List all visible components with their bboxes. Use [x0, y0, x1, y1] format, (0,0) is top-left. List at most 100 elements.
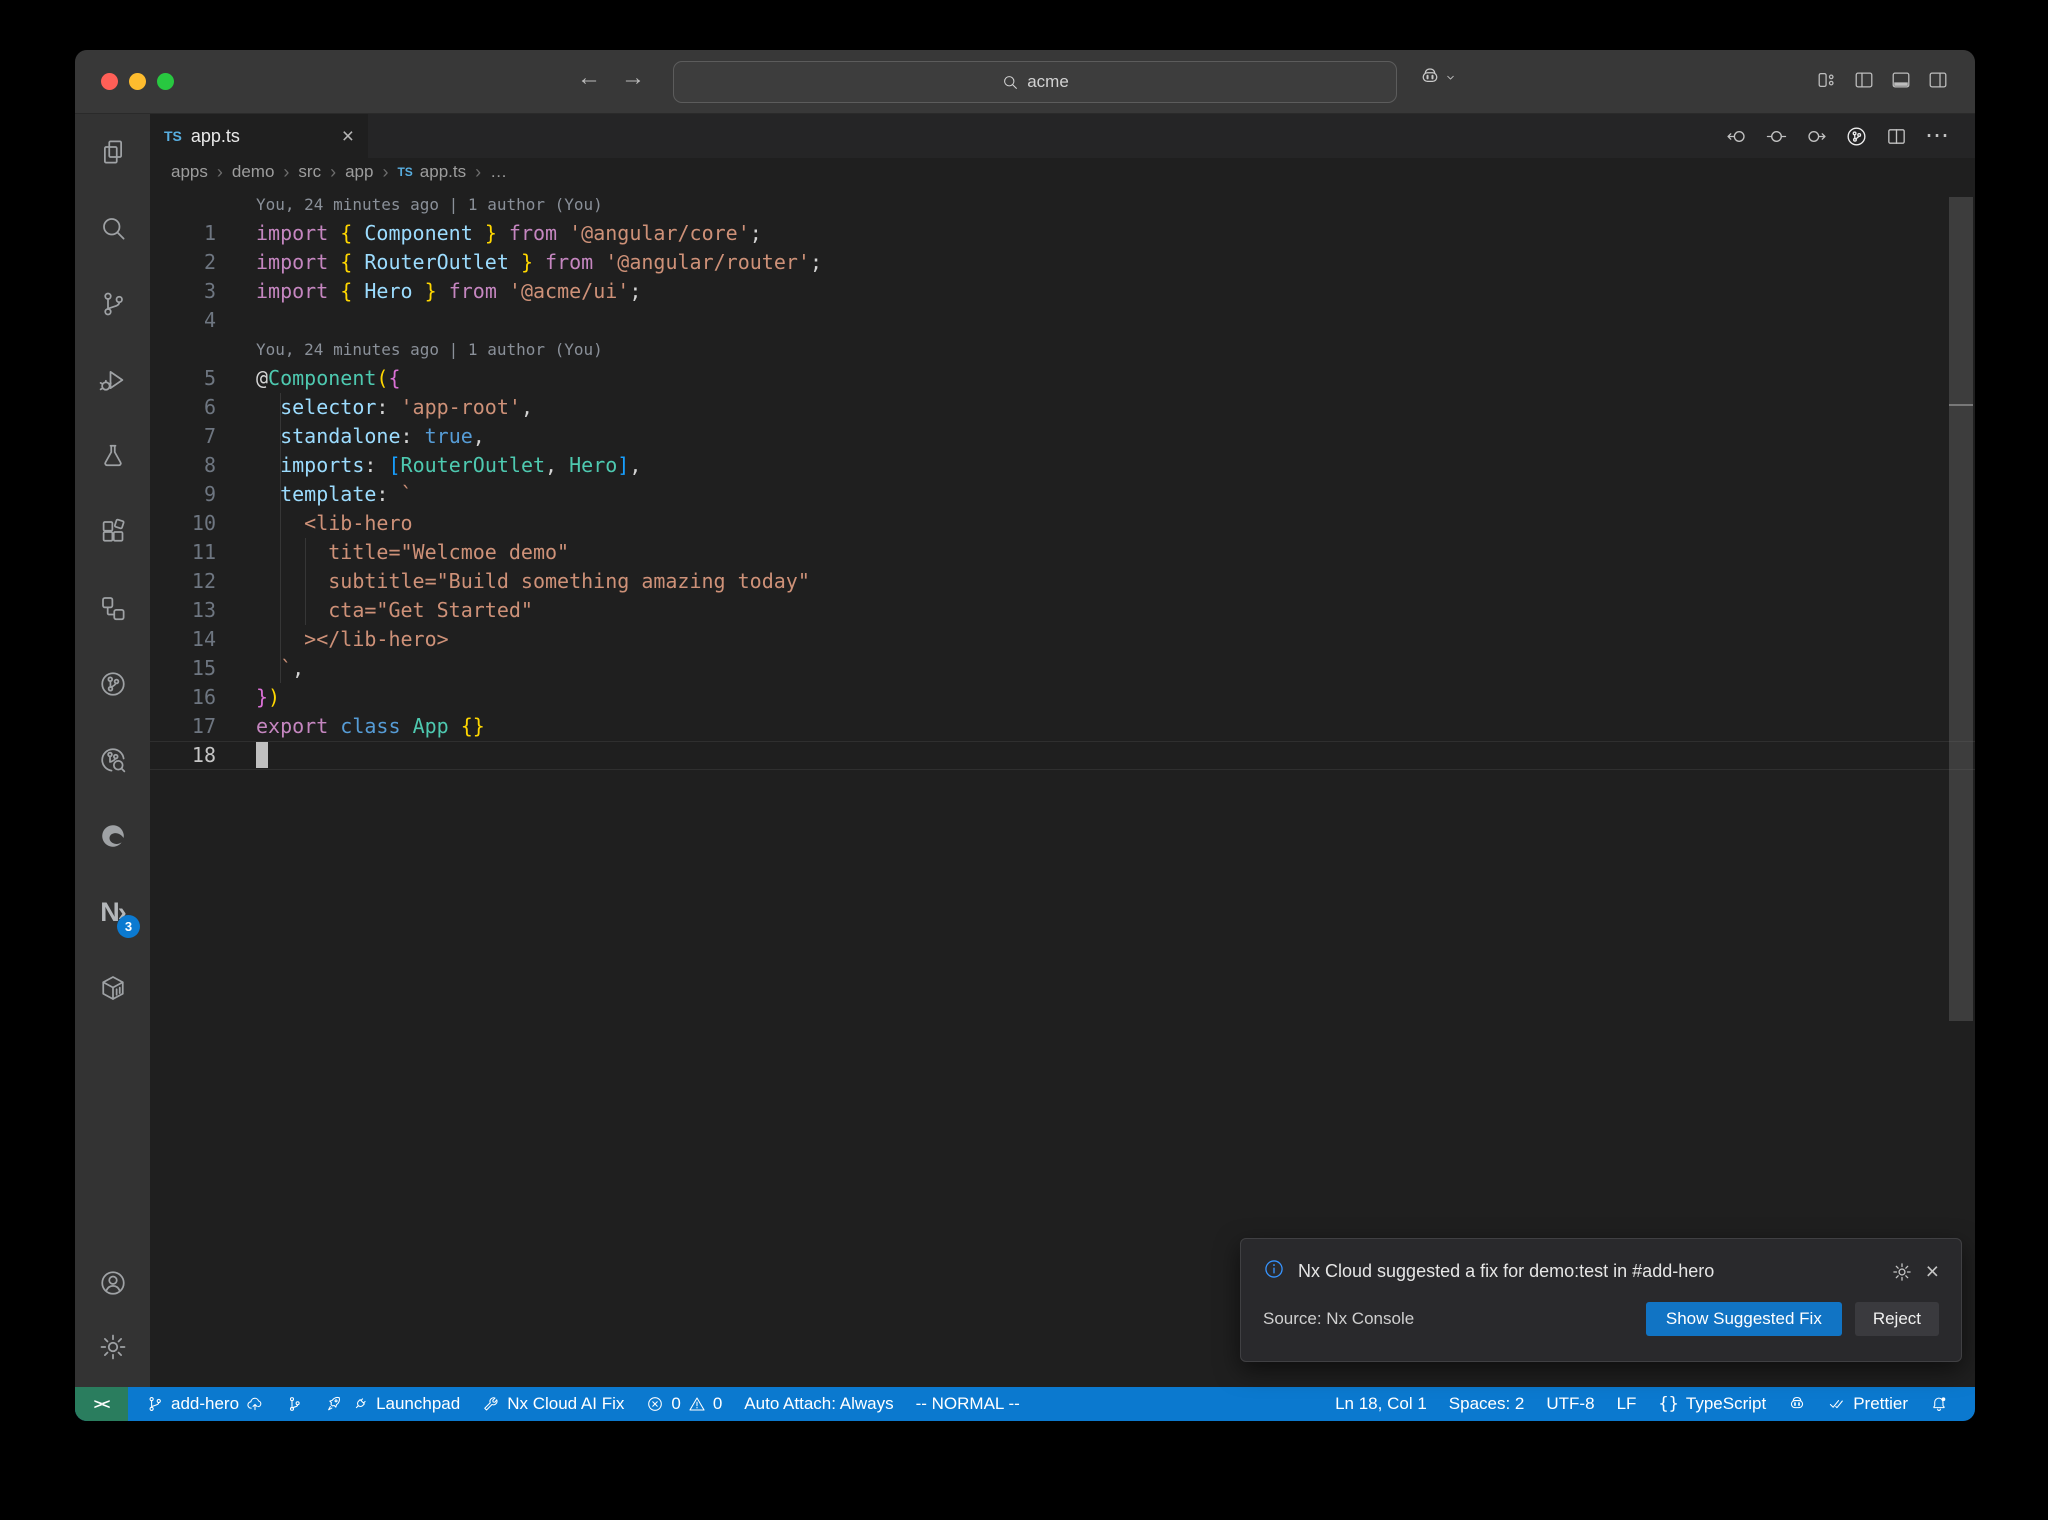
code-line-13[interactable]: 13 cta="Get Started": [150, 596, 1975, 625]
editor-scrollbar[interactable]: [1949, 197, 1973, 1021]
status-copilot[interactable]: [1777, 1387, 1817, 1421]
tab-bar: TS app.ts × ⋯: [150, 114, 1975, 158]
notification-settings-gear-icon[interactable]: [1891, 1261, 1913, 1283]
line-number[interactable]: 9: [150, 480, 216, 509]
code-line-text: standalone: true,: [280, 424, 485, 448]
close-window-button[interactable]: [101, 73, 118, 90]
show-suggested-fix-button[interactable]: Show Suggested Fix: [1645, 1302, 1842, 1336]
activity-item-nx-console[interactable]: N› 3: [75, 874, 150, 950]
breadcrumb-overflow[interactable]: …: [490, 162, 507, 182]
command-center-search[interactable]: acme: [673, 61, 1397, 103]
nx-run-graph-button[interactable]: [1845, 125, 1868, 148]
line-number[interactable]: 1: [150, 219, 216, 248]
line-number[interactable]: 15: [150, 654, 216, 683]
activity-item-settings[interactable]: [75, 1315, 150, 1379]
breadcrumb-item-apps[interactable]: apps: [171, 162, 208, 182]
activity-item-explorer[interactable]: [75, 114, 150, 190]
code-line-4[interactable]: 4: [150, 306, 1975, 335]
line-number[interactable]: 12: [150, 567, 216, 596]
status-nx-cloud-ai-fix[interactable]: Nx Cloud AI Fix: [471, 1387, 635, 1421]
status-launchpad[interactable]: Launchpad: [315, 1387, 471, 1421]
status-language-mode[interactable]: {} TypeScript: [1647, 1387, 1777, 1421]
line-number[interactable]: 11: [150, 538, 216, 567]
breadcrumb-item-demo[interactable]: demo: [232, 162, 275, 182]
layout-sidebar-left-button[interactable]: [1853, 69, 1875, 91]
status-vim-mode[interactable]: -- NORMAL --: [905, 1387, 1031, 1421]
code-line-6[interactable]: 6 selector: 'app-root',: [150, 393, 1975, 422]
code-line-7[interactable]: 7 standalone: true,: [150, 422, 1975, 451]
status-cursor-position[interactable]: Ln 18, Col 1: [1324, 1387, 1438, 1421]
layout-panel-button[interactable]: [1890, 69, 1912, 91]
code-line-5[interactable]: 5 @Component({: [150, 364, 1975, 393]
activity-item-extensions[interactable]: [75, 494, 150, 570]
split-editor-button[interactable]: [1885, 125, 1908, 148]
line-number[interactable]: 4: [150, 306, 216, 335]
code-line-10[interactable]: 10 <lib-hero: [150, 509, 1975, 538]
status-eol[interactable]: LF: [1606, 1387, 1648, 1421]
code-line-16[interactable]: 16}): [150, 683, 1975, 712]
line-number[interactable]: 6: [150, 393, 216, 422]
tab-close-icon[interactable]: ×: [342, 126, 354, 147]
zoom-window-button[interactable]: [157, 73, 174, 90]
status-branch[interactable]: add-hero: [135, 1387, 275, 1421]
breadcrumb-item-app[interactable]: app: [345, 162, 373, 182]
status-indentation[interactable]: Spaces: 2: [1438, 1387, 1536, 1421]
notification-close-icon[interactable]: ×: [1926, 1260, 1939, 1283]
activity-item-source-control[interactable]: [75, 266, 150, 342]
line-number[interactable]: 14: [150, 625, 216, 654]
line-number[interactable]: 13: [150, 596, 216, 625]
line-number[interactable]: 2: [150, 248, 216, 277]
status-auto-attach[interactable]: Auto Attach: Always: [733, 1387, 904, 1421]
code-line-9[interactable]: 9 template: `: [150, 480, 1975, 509]
layout-sidebar-right-button[interactable]: [1927, 69, 1949, 91]
activity-item-run-debug[interactable]: [75, 342, 150, 418]
remote-indicator[interactable]: ><: [75, 1387, 128, 1421]
status-encoding[interactable]: UTF-8: [1535, 1387, 1605, 1421]
code-line-15[interactable]: 15 `,: [150, 654, 1975, 683]
code-line-8[interactable]: 8 imports: [RouterOutlet, Hero],: [150, 451, 1975, 480]
line-number[interactable]: 18: [150, 741, 216, 770]
line-number[interactable]: 7: [150, 422, 216, 451]
activity-item-containers[interactable]: [75, 950, 150, 1026]
status-notifications-bell[interactable]: [1919, 1387, 1959, 1421]
code-line-17[interactable]: 17 export class App {}: [150, 712, 1975, 741]
history-back-button[interactable]: ←: [577, 64, 601, 92]
code-line-14[interactable]: 14 ></lib-hero>: [150, 625, 1975, 654]
history-forward-button[interactable]: →: [621, 64, 645, 92]
reject-button[interactable]: Reject: [1854, 1302, 1939, 1336]
activity-item-testing[interactable]: [75, 418, 150, 494]
code-line-3[interactable]: 3 import { Hero } from '@acme/ui';: [150, 277, 1975, 306]
code-editor[interactable]: You, 24 minutes ago | 1 author (You) 1 imp…: [150, 186, 1975, 1387]
breadcrumb-item-file[interactable]: TS app.ts: [397, 162, 466, 182]
activity-item-accounts[interactable]: [75, 1251, 150, 1315]
line-number[interactable]: 16: [150, 683, 216, 712]
status-formatter[interactable]: Prettier: [1817, 1387, 1919, 1421]
nav-circle-button[interactable]: [1765, 125, 1788, 148]
breadcrumb-item-src[interactable]: src: [298, 162, 321, 182]
activity-item-search[interactable]: [75, 190, 150, 266]
more-actions-button[interactable]: ⋯: [1925, 124, 1949, 148]
line-number[interactable]: 17: [150, 712, 216, 741]
code-line-12[interactable]: 12 subtitle="Build something amazing tod…: [150, 567, 1975, 596]
activity-item-gitlens[interactable]: [75, 646, 150, 722]
code-line-2[interactable]: 2 import { RouterOutlet } from '@angular/…: [150, 248, 1975, 277]
activity-item-hierarchy[interactable]: [75, 570, 150, 646]
activity-item-edge-tools[interactable]: [75, 798, 150, 874]
minimize-window-button[interactable]: [129, 73, 146, 90]
line-number[interactable]: 10: [150, 509, 216, 538]
code-line-1[interactable]: 1 import { Component } from '@angular/cor…: [150, 219, 1975, 248]
line-number[interactable]: 8: [150, 451, 216, 480]
status-source-control-graph[interactable]: [275, 1387, 315, 1421]
line-number[interactable]: 3: [150, 277, 216, 306]
tab-app-ts[interactable]: TS app.ts ×: [150, 114, 368, 158]
code-line-18[interactable]: 18: [150, 741, 1975, 770]
nav-back-circle-button[interactable]: [1725, 125, 1748, 148]
code-line-11[interactable]: 11 title="Welcmoe demo": [150, 538, 1975, 567]
line-number[interactable]: 5: [150, 364, 216, 393]
nav-forward-circle-button[interactable]: [1805, 125, 1828, 148]
activity-item-gitlens-inspect[interactable]: [75, 722, 150, 798]
status-bar-right: Ln 18, Col 1 Spaces: 2 UTF-8 LF {} TypeScript…: [1324, 1387, 1975, 1421]
customize-layout-button[interactable]: [1816, 69, 1838, 91]
copilot-menu-button[interactable]: [1419, 66, 1458, 93]
status-problems[interactable]: 00: [635, 1387, 733, 1421]
